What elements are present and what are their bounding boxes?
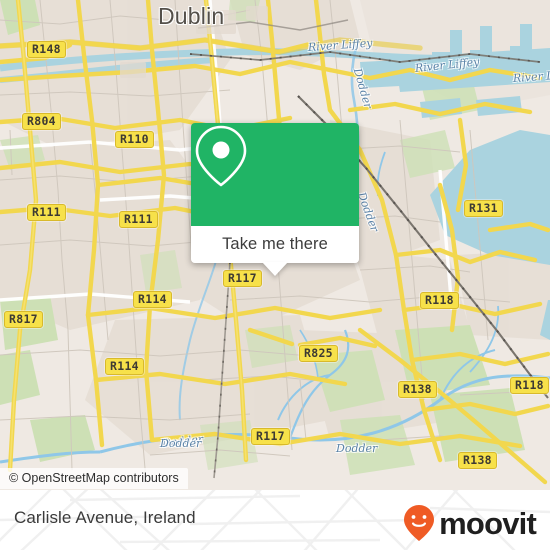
callout-icon-area: [191, 123, 359, 226]
moovit-smiley-pin-icon: [404, 505, 435, 541]
callout-pointer-tail: [262, 262, 288, 276]
map-canvas[interactable]: Dublin River Liffey River Liffey River Lif…: [0, 0, 550, 490]
road-shield-r118: R118: [510, 377, 549, 394]
road-shield-r114: R114: [133, 291, 172, 308]
road-shield-r138: R138: [458, 452, 497, 469]
moovit-brand: moovit: [403, 504, 537, 542]
road-shield-r111: R111: [119, 211, 158, 228]
road-shield-r118: R118: [420, 292, 459, 309]
place-name-label: Carlisle Avenue, Ireland: [14, 508, 196, 527]
road-shield-r114: R114: [105, 358, 144, 375]
take-me-there-label: Take me there: [222, 235, 328, 253]
osm-attribution[interactable]: © OpenStreetMap contributors: [0, 468, 188, 489]
callout-action-area[interactable]: Take me there: [191, 226, 359, 263]
footer-bar: Carlisle Avenue, Ireland moovit: [0, 490, 550, 550]
road-shield-r111: R111: [27, 204, 66, 221]
road-shield-r148: R148: [27, 41, 66, 58]
road-shield-r110: R110: [115, 131, 154, 148]
road-shield-r817: R817: [4, 311, 43, 328]
map-screenshot: Dublin River Liffey River Liffey River Lif…: [0, 0, 550, 550]
road-shield-r138: R138: [398, 381, 437, 398]
road-shield-r825: R825: [299, 345, 338, 362]
road-shield-r117: R117: [251, 428, 290, 445]
road-shield-r804: R804: [22, 113, 61, 130]
location-callout-card[interactable]: Take me there: [191, 123, 359, 276]
road-shield-r117: R117: [223, 270, 262, 287]
road-shield-r131: R131: [464, 200, 503, 217]
location-pin-icon: [195, 125, 247, 187]
moovit-wordmark: moovit: [439, 505, 537, 541]
